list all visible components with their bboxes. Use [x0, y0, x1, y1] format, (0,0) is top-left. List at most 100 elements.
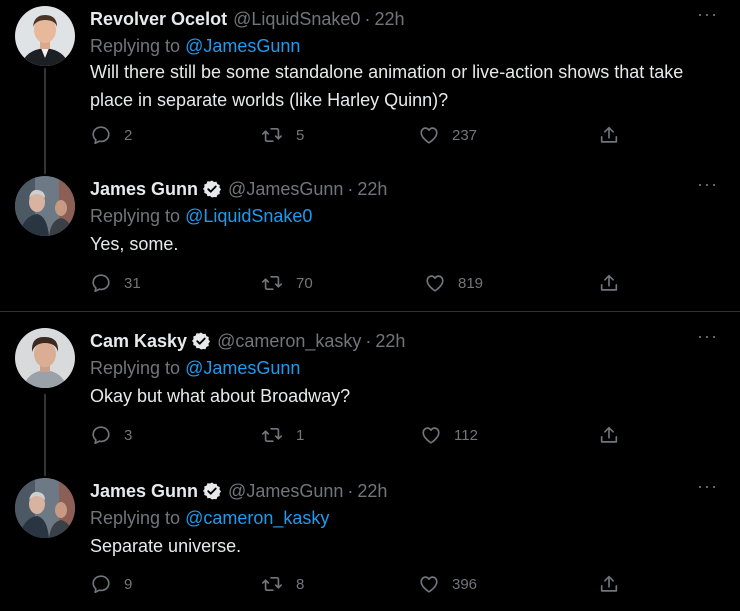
author-handle[interactable]: @JamesGunn: [228, 480, 343, 502]
timestamp[interactable]: 22h: [357, 480, 387, 502]
reply-button[interactable]: 31: [90, 272, 141, 294]
replying-to-mention[interactable]: @cameron_kasky: [185, 508, 329, 528]
reply-count: 2: [124, 126, 133, 144]
replying-to-mention[interactable]: @LiquidSnake0: [185, 206, 312, 226]
heart-icon: [426, 275, 444, 292]
author-name[interactable]: James Gunn: [90, 178, 198, 200]
tweet[interactable]: Revolver Ocelot @LiquidSnake0 · 22h ··· …: [0, 4, 740, 156]
like-button[interactable]: 819: [424, 272, 483, 294]
replying-to: Replying to @LiquidSnake0: [90, 205, 312, 227]
retweet-count: 70: [296, 274, 313, 292]
tweet[interactable]: James Gunn @JamesGunn · 22h ··· Replying…: [0, 174, 740, 296]
tweet[interactable]: Cam Kasky @cameron_kasky · 22h ··· Reply…: [0, 326, 740, 458]
replying-to: Replying to @JamesGunn: [90, 357, 300, 379]
heart-icon: [420, 127, 438, 144]
tweet-actions: 9 8 396: [90, 573, 630, 597]
author-name[interactable]: Revolver Ocelot: [90, 8, 227, 30]
separator-dot: ·: [365, 331, 372, 351]
tweet-text: Yes, some.: [90, 234, 179, 254]
like-button[interactable]: 112: [420, 424, 478, 446]
reply-count: 9: [124, 575, 133, 593]
replying-to-mention[interactable]: @JamesGunn: [185, 36, 300, 56]
like-count: 819: [458, 274, 484, 292]
author-handle[interactable]: @cameron_kasky: [217, 330, 361, 352]
tweet-header: Revolver Ocelot @LiquidSnake0 · 22h: [90, 8, 404, 30]
retweet-count: 8: [296, 575, 305, 593]
author-name[interactable]: Cam Kasky: [90, 330, 187, 352]
kasky-avatar-icon: [15, 328, 75, 388]
timestamp[interactable]: 22h: [357, 178, 387, 200]
avatar[interactable]: [15, 176, 75, 236]
tweet-header: James Gunn @JamesGunn · 22h: [90, 480, 387, 502]
share-icon: [600, 274, 618, 291]
like-count: 237: [452, 126, 478, 144]
more-options-icon[interactable]: ···: [697, 174, 718, 195]
reply-button[interactable]: 3: [90, 424, 132, 446]
gunn-avatar-icon: [15, 176, 75, 236]
retweet-button[interactable]: 5: [260, 124, 304, 146]
share-button[interactable]: [598, 124, 620, 146]
share-icon: [600, 426, 618, 443]
retweet-button[interactable]: 8: [260, 573, 304, 595]
avatar[interactable]: [15, 478, 75, 538]
replying-to-label: Replying to: [90, 206, 181, 226]
reply-count: 31: [124, 274, 141, 292]
avatar[interactable]: [15, 6, 75, 66]
tweet[interactable]: James Gunn @JamesGunn · 22h ··· Replying…: [0, 476, 740, 603]
like-count: 396: [452, 575, 478, 593]
gunn-avatar-icon: [15, 478, 75, 538]
replying-to-label: Replying to: [90, 508, 181, 528]
share-button[interactable]: [598, 272, 620, 294]
heart-icon: [422, 427, 440, 444]
thread-divider: [0, 311, 740, 312]
retweet-icon: [262, 577, 282, 591]
heart-icon: [420, 576, 438, 593]
reply-icon: [92, 126, 110, 145]
replying-to: Replying to @cameron_kasky: [90, 507, 329, 529]
retweet-button[interactable]: 70: [260, 272, 313, 294]
verified-badge-icon: [203, 482, 222, 500]
tweet-actions: 31 70 819: [90, 272, 630, 296]
retweet-count: 5: [296, 126, 305, 144]
separator-dot: ·: [364, 9, 371, 29]
reply-button[interactable]: 2: [90, 124, 132, 146]
timestamp[interactable]: 22h: [374, 8, 404, 30]
share-icon: [600, 126, 618, 143]
ocelot-avatar-icon: [15, 6, 75, 66]
reply-icon: [92, 274, 110, 293]
tweet-text: Separate universe.: [90, 536, 242, 556]
tweet-text: Will there still be some standalone anim…: [90, 62, 684, 110]
share-button[interactable]: [598, 573, 620, 595]
retweet-icon: [262, 428, 282, 442]
share-button[interactable]: [598, 424, 620, 446]
tweet-actions: 3 1 112: [90, 424, 630, 448]
share-icon: [600, 575, 618, 592]
more-options-icon[interactable]: ···: [697, 4, 718, 25]
replying-to-mention[interactable]: @JamesGunn: [185, 358, 300, 378]
retweet-icon: [262, 276, 282, 290]
separator-dot: ·: [347, 179, 354, 199]
more-options-icon[interactable]: ···: [697, 476, 718, 497]
like-count: 112: [454, 426, 478, 444]
author-name[interactable]: James Gunn: [90, 480, 198, 502]
verified-badge-icon: [203, 180, 222, 198]
verified-badge-icon: [192, 332, 211, 350]
retweet-count: 1: [296, 426, 305, 444]
like-button[interactable]: 396: [418, 573, 477, 595]
replying-to-label: Replying to: [90, 36, 181, 56]
more-options-icon[interactable]: ···: [697, 326, 718, 347]
tweet-text: Okay but what about Broadway?: [90, 386, 351, 406]
author-handle[interactable]: @JamesGunn: [228, 178, 343, 200]
replying-to: Replying to @JamesGunn: [90, 35, 300, 57]
timestamp[interactable]: 22h: [375, 330, 405, 352]
like-button[interactable]: 237: [418, 124, 477, 146]
retweet-icon: [262, 128, 282, 142]
reply-icon: [92, 426, 110, 445]
retweet-button[interactable]: 1: [260, 424, 304, 446]
author-handle[interactable]: @LiquidSnake0: [233, 8, 360, 30]
replying-to-label: Replying to: [90, 358, 181, 378]
reply-icon: [92, 575, 110, 594]
reply-button[interactable]: 9: [90, 573, 132, 595]
avatar[interactable]: [15, 328, 75, 388]
reply-count: 3: [124, 426, 133, 444]
